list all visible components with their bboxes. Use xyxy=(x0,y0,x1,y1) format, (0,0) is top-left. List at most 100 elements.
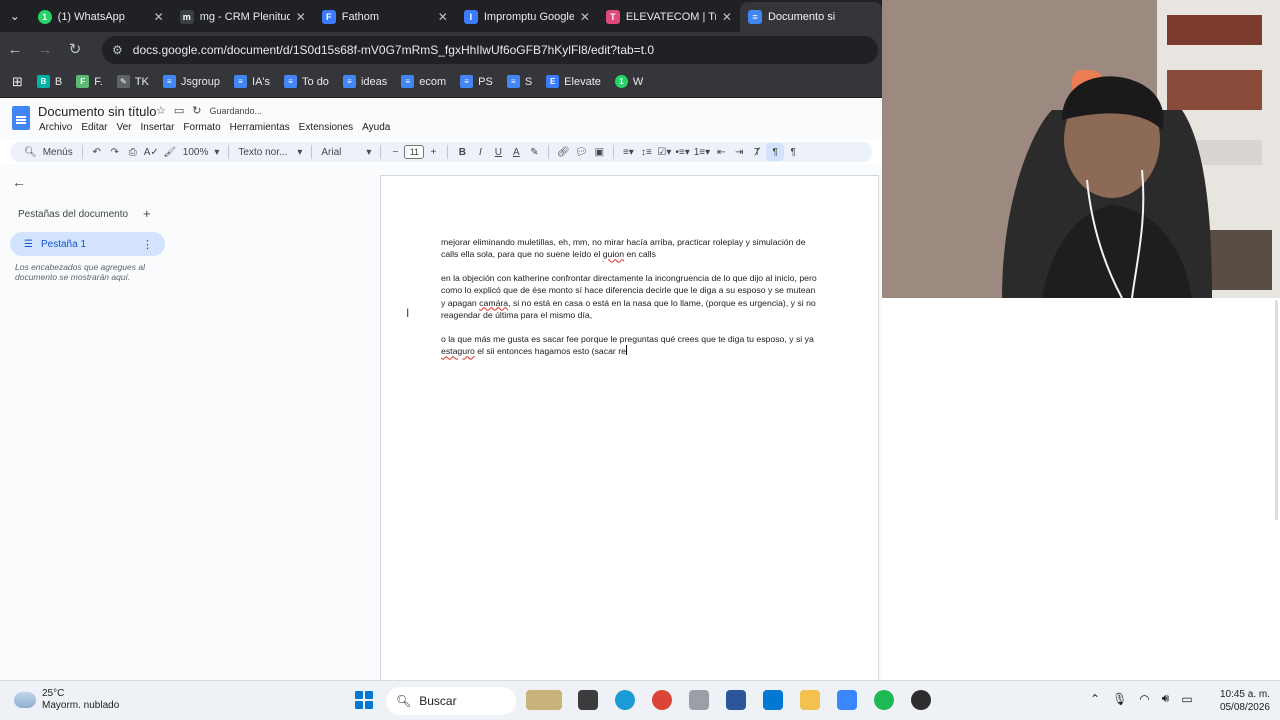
spotify-icon[interactable] xyxy=(874,690,894,710)
style-select[interactable]: Texto nor... ▾ xyxy=(234,147,306,158)
more-vert-icon[interactable]: ⋮ xyxy=(142,238,153,251)
font-select[interactable]: Arial ▾ xyxy=(317,147,375,158)
bold-icon[interactable]: B xyxy=(453,143,471,161)
star-icon[interactable]: ☆ xyxy=(156,104,166,117)
bookmark-ps[interactable]: ≡ PS xyxy=(454,70,499,94)
printer-app-icon[interactable] xyxy=(689,690,709,710)
browser-tab-impromptu[interactable]: I Impromptu Google I ✕ xyxy=(456,2,598,32)
bookmark-b[interactable]: BB xyxy=(31,70,68,94)
obs-icon[interactable] xyxy=(911,690,931,710)
browser-tab-trello[interactable]: T ELEVATECOM | Trello ✕ xyxy=(598,2,740,32)
highlight-icon[interactable]: ✎ xyxy=(525,143,543,161)
widgets-icon[interactable] xyxy=(526,690,562,710)
address-bar[interactable]: ⚙ docs.google.com/document/d/1S0d15s68f-… xyxy=(102,36,878,64)
forward-button[interactable]: → xyxy=(30,34,60,64)
word-icon[interactable] xyxy=(726,690,746,710)
start-button[interactable] xyxy=(355,691,373,709)
misspelled-word[interactable]: guion xyxy=(603,249,624,259)
site-info-icon[interactable]: ⚙ xyxy=(112,43,123,57)
rtl-icon[interactable]: ¶ xyxy=(784,143,802,161)
tab-search-button[interactable]: ⌄ xyxy=(0,0,30,32)
browser-tab-fathom[interactable]: F Fathom ✕ xyxy=(314,2,456,32)
close-icon[interactable]: ✕ xyxy=(722,10,732,24)
close-icon[interactable]: ✕ xyxy=(296,10,306,24)
increase-indent-icon[interactable]: ⇥ xyxy=(730,143,748,161)
clock[interactable]: 10:45 a. m. 05/08/2026 xyxy=(1212,688,1270,714)
bulleted-list-icon[interactable]: •≡▾ xyxy=(673,143,691,161)
outlook-icon[interactable] xyxy=(763,690,783,710)
bookmark-elevate[interactable]: E Elevate xyxy=(540,70,607,94)
reload-button[interactable]: ↻ xyxy=(60,34,90,64)
bookmark-tk[interactable]: ✎ TK xyxy=(111,70,155,94)
menu-archivo[interactable]: Archivo xyxy=(38,122,76,133)
close-icon[interactable]: ✕ xyxy=(154,10,164,24)
numbered-list-icon[interactable]: 1≡▾ xyxy=(692,143,712,161)
move-folder-icon[interactable]: ▭ xyxy=(174,104,184,117)
wifi-icon[interactable]: ◠ xyxy=(1139,692,1149,706)
bookmark-s[interactable]: ≡ S xyxy=(501,70,538,94)
chevron-up-icon[interactable]: ⌃ xyxy=(1090,692,1100,706)
link-icon[interactable]: 🔗︎ xyxy=(554,143,572,161)
underline-icon[interactable]: U xyxy=(489,143,507,161)
menu-extensiones[interactable]: Extensiones xyxy=(298,122,357,133)
volume-icon[interactable]: 🔊︎ xyxy=(1162,691,1170,706)
document-page[interactable]: mejorar eliminando muletillas, eh, mm, n… xyxy=(380,175,879,680)
close-icon[interactable]: ✕ xyxy=(438,10,448,24)
file-explorer-icon[interactable] xyxy=(578,690,598,710)
edge-icon[interactable] xyxy=(615,690,635,710)
checklist-icon[interactable]: ☑▾ xyxy=(655,143,673,161)
taskbar-search[interactable]: 🔍︎ Buscar xyxy=(386,687,516,715)
add-tab-icon[interactable]: + xyxy=(143,206,151,221)
browser-tab-docs[interactable]: ≡ Documento si xyxy=(739,2,883,32)
menu-formato[interactable]: Formato xyxy=(182,122,224,133)
line-spacing-icon[interactable]: ↕≡ xyxy=(637,143,655,161)
browser-tab-crm[interactable]: m mg - CRM Plenitud S ✕ xyxy=(172,2,314,32)
bookmark-jsgroup[interactable]: ≡ Jsgroup xyxy=(157,70,226,94)
decrease-indent-icon[interactable]: ⇤ xyxy=(712,143,730,161)
paragraph[interactable]: mejorar eliminando muletillas, eh, mm, n… xyxy=(441,236,821,261)
menu-ayuda[interactable]: Ayuda xyxy=(361,122,394,133)
text-color-icon[interactable]: A xyxy=(507,143,525,161)
store-icon[interactable] xyxy=(837,690,857,710)
paint-format-icon[interactable]: 🖌︎ xyxy=(161,143,179,161)
menu-insertar[interactable]: Insertar xyxy=(140,122,179,133)
microphone-icon[interactable]: 🎙︎ xyxy=(1112,692,1127,706)
font-size-input[interactable]: 11 xyxy=(404,145,425,159)
misspelled-word[interactable]: estaguro xyxy=(441,346,475,356)
menu-herramientas[interactable]: Herramientas xyxy=(229,122,294,133)
misspelled-word[interactable]: camára xyxy=(479,298,508,308)
paragraph[interactable]: en la objeción con katherine confrontar … xyxy=(441,272,821,321)
zoom-select[interactable]: 100% ▾ xyxy=(179,147,224,158)
redo-icon[interactable]: ↷ xyxy=(106,143,124,161)
arrow-left-icon[interactable]: ← xyxy=(12,174,26,190)
spellcheck-icon[interactable]: A✓ xyxy=(142,143,161,161)
folder-icon[interactable] xyxy=(800,690,820,710)
menu-ver[interactable]: Ver xyxy=(115,122,135,133)
bookmark-f[interactable]: F F. xyxy=(70,70,109,94)
paragraph[interactable]: o la que más me gusta es sacar fee porqu… xyxy=(441,333,821,358)
comment-icon[interactable]: 💬︎ xyxy=(572,143,590,161)
increase-font-size-icon[interactable]: + xyxy=(424,143,442,161)
print-icon[interactable]: ⎙ xyxy=(124,143,142,161)
bookmark-w[interactable]: 1W xyxy=(609,70,649,94)
search-menus-button[interactable]: 🔍︎ Menús xyxy=(20,147,77,158)
bookmark-todo[interactable]: ≡ To do xyxy=(278,70,335,94)
bookmark-ecom[interactable]: ≡ ecom xyxy=(395,70,452,94)
chrome-icon[interactable] xyxy=(652,690,672,710)
back-button[interactable]: ← xyxy=(0,34,30,64)
browser-tab-whatsapp[interactable]: 1 (1) WhatsApp ✕ xyxy=(30,2,172,32)
undo-icon[interactable]: ↶ xyxy=(88,143,106,161)
decrease-font-size-icon[interactable]: − xyxy=(386,143,404,161)
document-title[interactable]: Documento sin título xyxy=(38,104,157,119)
bookmark-ideas[interactable]: ≡ ideas xyxy=(337,70,393,94)
menu-editar[interactable]: Editar xyxy=(80,122,111,133)
image-icon[interactable]: ▣ xyxy=(590,143,608,161)
document-tab-item[interactable]: ☰ Pestaña 1 ⋮ xyxy=(10,232,165,256)
italic-icon[interactable]: I xyxy=(471,143,489,161)
docs-logo-icon[interactable] xyxy=(12,106,30,130)
bookmark-ias[interactable]: ≡ IA's xyxy=(228,70,276,94)
battery-icon[interactable]: ▭ xyxy=(1181,692,1192,706)
weather-widget[interactable]: 25°C Mayorm. nublado xyxy=(14,688,119,712)
ltr-icon[interactable]: ¶ xyxy=(766,143,785,161)
align-icon[interactable]: ≡▾ xyxy=(619,143,637,161)
